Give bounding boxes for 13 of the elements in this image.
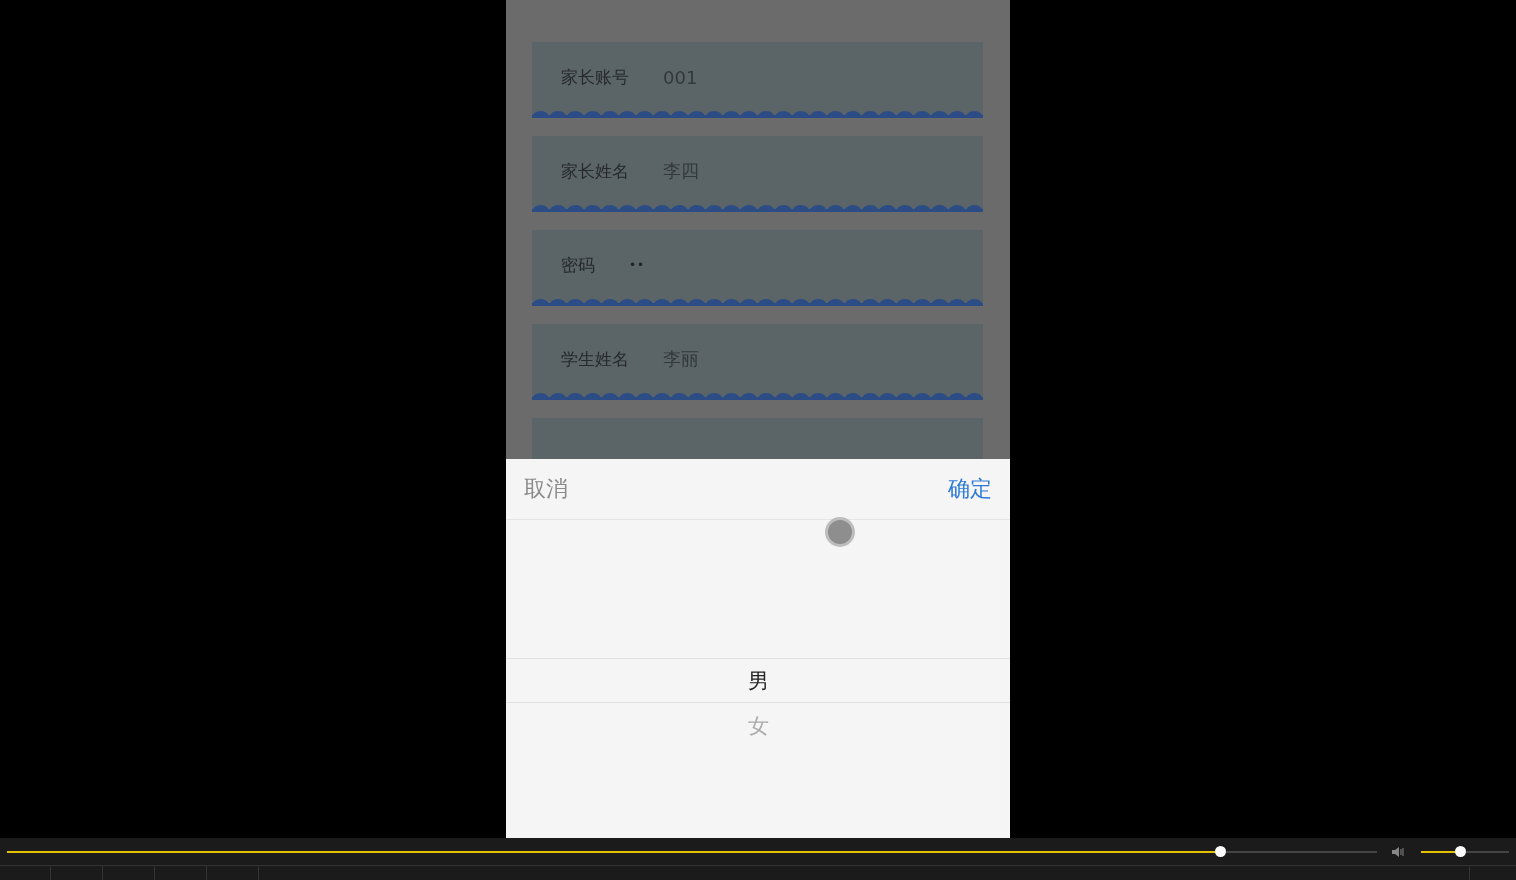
slider-thumb[interactable] <box>1454 845 1466 857</box>
cancel-button[interactable]: 取消 <box>524 470 568 508</box>
field-label: 密码 <box>561 253 595 277</box>
field-label: 家长姓名 <box>561 159 629 183</box>
password-value: •• <box>629 258 646 272</box>
slider-thumb[interactable] <box>1214 845 1226 857</box>
touch-indicator <box>825 517 855 547</box>
picker-option[interactable]: 女 <box>506 703 1010 748</box>
form-row[interactable]: 密码 •• <box>532 230 983 306</box>
field-label: 家长账号 <box>561 65 629 89</box>
picker-option[interactable]: 男 <box>506 658 1010 703</box>
field-label: 学生姓名 <box>561 347 629 371</box>
confirm-button[interactable]: 确定 <box>948 470 992 508</box>
